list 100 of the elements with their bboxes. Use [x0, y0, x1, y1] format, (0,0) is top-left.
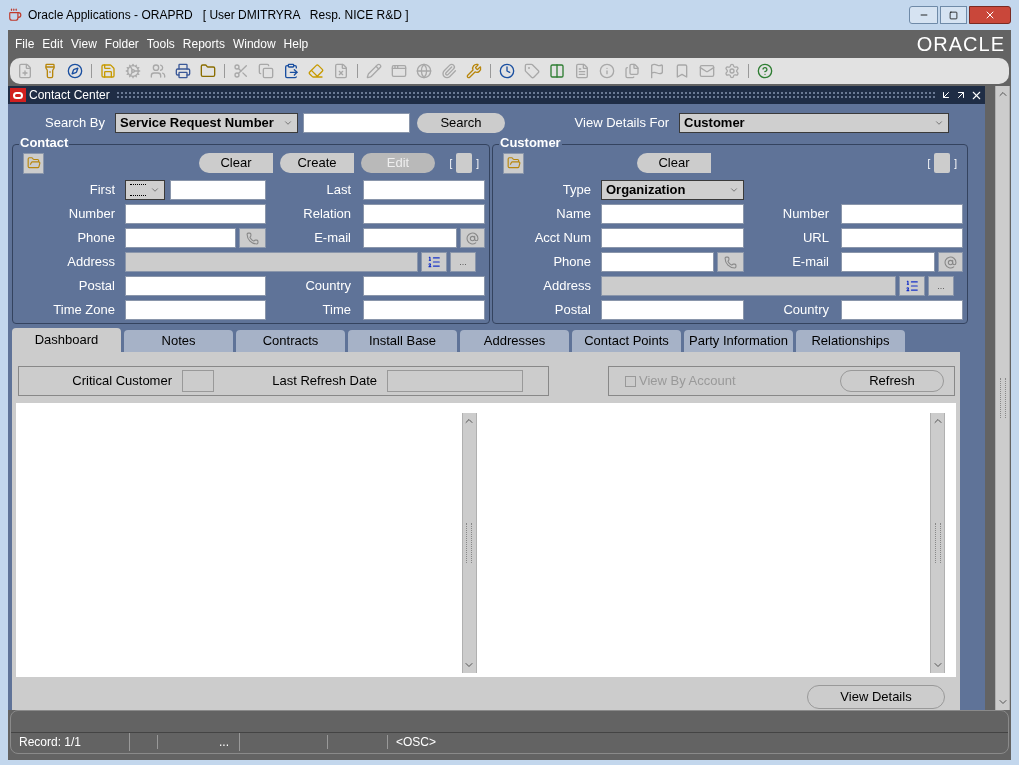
scroll-grip-icon: [999, 378, 1006, 418]
field-label: Acct Num: [533, 229, 592, 248]
tab[interactable]: Relationships: [796, 330, 905, 352]
scrollbar[interactable]: [930, 413, 945, 673]
open-folder-button[interactable]: [23, 152, 44, 174]
email-button[interactable]: [938, 252, 963, 272]
type-dropdown[interactable]: Organization: [601, 180, 744, 200]
phone-button[interactable]: [717, 252, 744, 272]
toolbar-button[interactable]: [465, 62, 483, 80]
text-field[interactable]: [125, 276, 266, 296]
critical-customer-field[interactable]: [182, 370, 214, 392]
scrollbar[interactable]: [461, 413, 477, 673]
menu-item[interactable]: Edit: [39, 35, 67, 53]
phone-icon: [246, 231, 259, 245]
settings-icon: [724, 63, 740, 79]
eraser-icon: [308, 63, 324, 79]
toolbar-button[interactable]: [174, 62, 192, 80]
action-button[interactable]: Clear: [637, 153, 711, 173]
toolbar-button[interactable]: [282, 62, 300, 80]
maximize-arrow-icon[interactable]: [955, 89, 967, 101]
address-list-button[interactable]: [421, 252, 447, 272]
email-field[interactable]: [841, 252, 935, 272]
toolbar-button[interactable]: [66, 62, 84, 80]
address-field[interactable]: [601, 276, 896, 296]
bracket: [: [449, 156, 453, 171]
menu-item[interactable]: Folder: [101, 35, 142, 53]
field-label: Postal: [77, 277, 116, 296]
action-button[interactable]: Clear: [199, 153, 273, 173]
tab[interactable]: Contact Points: [572, 330, 681, 352]
window-title: Oracle Applications - ORAPRD [ User DMITRYRA Resp. NICE R&D ]: [28, 7, 409, 24]
text-field[interactable]: [363, 300, 485, 320]
phone-field[interactable]: [125, 228, 236, 248]
more-button[interactable]: ...: [928, 276, 954, 296]
document-icon: [574, 63, 590, 79]
text-field[interactable]: [601, 204, 744, 224]
text-field[interactable]: [125, 204, 266, 224]
text-field[interactable]: [125, 300, 266, 320]
toolbar-button[interactable]: [756, 62, 774, 80]
field-label: View Details For: [573, 114, 670, 133]
maximize-button[interactable]: [940, 6, 967, 24]
field-label: Last: [325, 181, 352, 200]
text-field[interactable]: [363, 204, 485, 224]
action-button[interactable]: Create: [280, 153, 354, 173]
address-field[interactable]: [125, 252, 418, 272]
section-title: Contact: [19, 136, 70, 149]
menu-item[interactable]: View: [68, 35, 100, 53]
email-button[interactable]: [460, 228, 485, 248]
paperclip-icon: [441, 63, 457, 79]
field-label: Relation: [302, 205, 352, 224]
tab[interactable]: Contracts: [236, 330, 345, 352]
text-field[interactable]: [841, 204, 963, 224]
email-field[interactable]: [363, 228, 457, 248]
minimize-arrow-icon[interactable]: [940, 89, 952, 101]
tab[interactable]: Party Information: [684, 330, 793, 352]
tab[interactable]: Install Base: [348, 330, 457, 352]
text-field[interactable]: [363, 276, 485, 296]
text-field[interactable]: [363, 180, 485, 200]
view-details-button[interactable]: View Details: [807, 685, 945, 709]
field-label: Number: [67, 205, 116, 224]
record-indicator: [456, 153, 473, 173]
tab[interactable]: Dashboard: [12, 328, 121, 352]
first-name-field[interactable]: [170, 180, 266, 200]
address-list-button[interactable]: [899, 276, 925, 296]
menu-item[interactable]: Help: [280, 35, 312, 53]
view-details-dropdown[interactable]: Customer: [679, 113, 949, 133]
prefix-dropdown[interactable]: [125, 180, 165, 200]
tab[interactable]: Notes: [124, 330, 233, 352]
menu-item[interactable]: Window: [229, 35, 279, 53]
field-label: Name: [555, 205, 592, 224]
search-field[interactable]: [303, 113, 410, 133]
open-folder-button[interactable]: [503, 152, 524, 174]
field-label: Last Refresh Date: [271, 372, 378, 391]
window-scrollbar[interactable]: [995, 86, 1010, 710]
text-field[interactable]: [841, 228, 963, 248]
bracket: [: [927, 156, 931, 171]
menu-item[interactable]: Tools: [143, 35, 178, 53]
globe-icon: [416, 63, 432, 79]
mail-icon: [699, 63, 715, 79]
refresh-button[interactable]: Refresh: [840, 370, 944, 392]
phone-button[interactable]: [239, 228, 266, 248]
more-button[interactable]: ...: [450, 252, 476, 272]
dropdown-caret-icon: [729, 185, 739, 195]
last-refresh-date-field[interactable]: [387, 370, 523, 392]
menu-item[interactable]: File: [12, 35, 38, 53]
maximize-icon: [949, 10, 958, 20]
text-field[interactable]: [601, 228, 744, 248]
text-field[interactable]: [601, 300, 744, 320]
toolbar-button[interactable]: [548, 62, 566, 80]
tab[interactable]: Addresses: [460, 330, 569, 352]
search-button[interactable]: Search: [417, 113, 505, 133]
menu-item[interactable]: Reports: [179, 35, 228, 53]
toolbar-button[interactable]: [498, 62, 516, 80]
scissors-icon: [233, 63, 249, 79]
search-by-dropdown[interactable]: Service Request Number: [115, 113, 298, 133]
minimize-button[interactable]: [909, 6, 938, 24]
text-field[interactable]: [841, 300, 963, 320]
phone-field[interactable]: [601, 252, 714, 272]
close-button[interactable]: [969, 6, 1011, 24]
toolbar-button[interactable]: [199, 62, 217, 80]
folder-icon: [26, 156, 41, 170]
